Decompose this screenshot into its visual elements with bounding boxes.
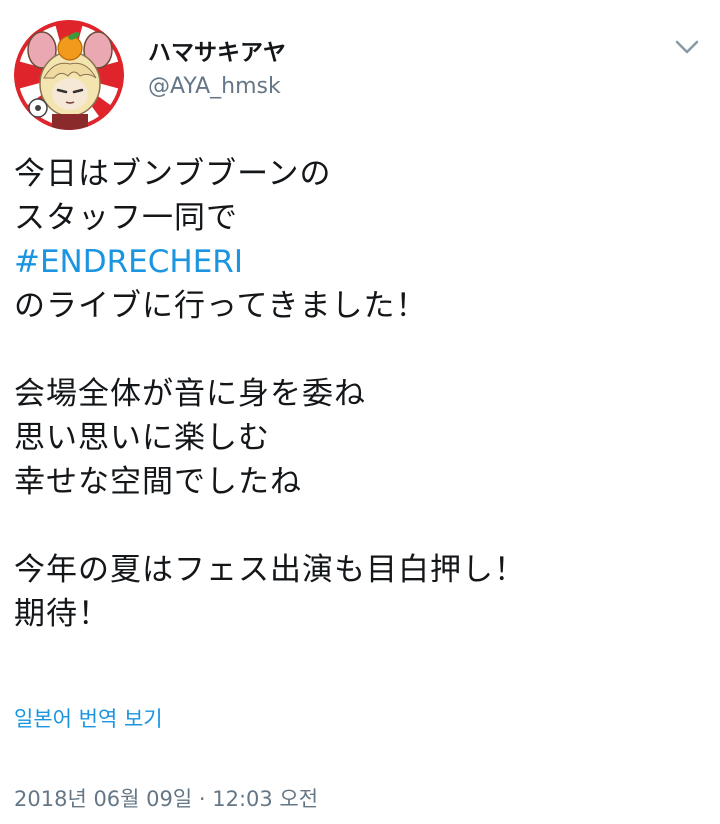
tweet-text-line: 幸せな空間でしたね (14, 464, 302, 500)
tweet-text-line: 今年の夏はフェス出演も目白押し！ (14, 552, 526, 588)
user-info: ハマサキアヤ @AYA_hmsk (148, 38, 286, 104)
tweet-text-line: 会場全体が音に身を委ね (14, 376, 366, 412)
tweet-text-line: スタッフ一同で (14, 200, 238, 236)
tweet-text-line: 期待！ (14, 596, 110, 632)
tweet-header: ハマサキアヤ @AYA_hmsk (14, 20, 706, 130)
display-name[interactable]: ハマサキアヤ (148, 38, 286, 68)
hashtag-line: #ENDRECHERI (14, 240, 706, 284)
avatar[interactable] (14, 20, 124, 130)
tweet-card: ハマサキアヤ @AYA_hmsk 今日はブンブブーンの スタッフ一同で #ENDRE… (0, 0, 720, 824)
chevron-down-icon[interactable] (672, 36, 702, 58)
tweet-text-line: 思い思いに楽しむ (14, 420, 270, 456)
translate-link[interactable]: 일본어 번역 보기 (14, 704, 163, 734)
tweet-text: 今日はブンブブーンの スタッフ一同で #ENDRECHERI のライブに行ってきました… (14, 152, 706, 636)
profile-avatar-image (14, 20, 124, 130)
tweet-text-line: のライブに行ってきました！ (14, 288, 428, 324)
user-handle[interactable]: @AYA_hmsk (148, 70, 286, 104)
tweet-text-line: 今日はブンブブーンの (14, 156, 332, 192)
hashtag-link[interactable]: #ENDRECHERI (14, 244, 243, 280)
timestamp[interactable]: 2018년 06월 09일 · 12:03 오전 (14, 784, 318, 814)
